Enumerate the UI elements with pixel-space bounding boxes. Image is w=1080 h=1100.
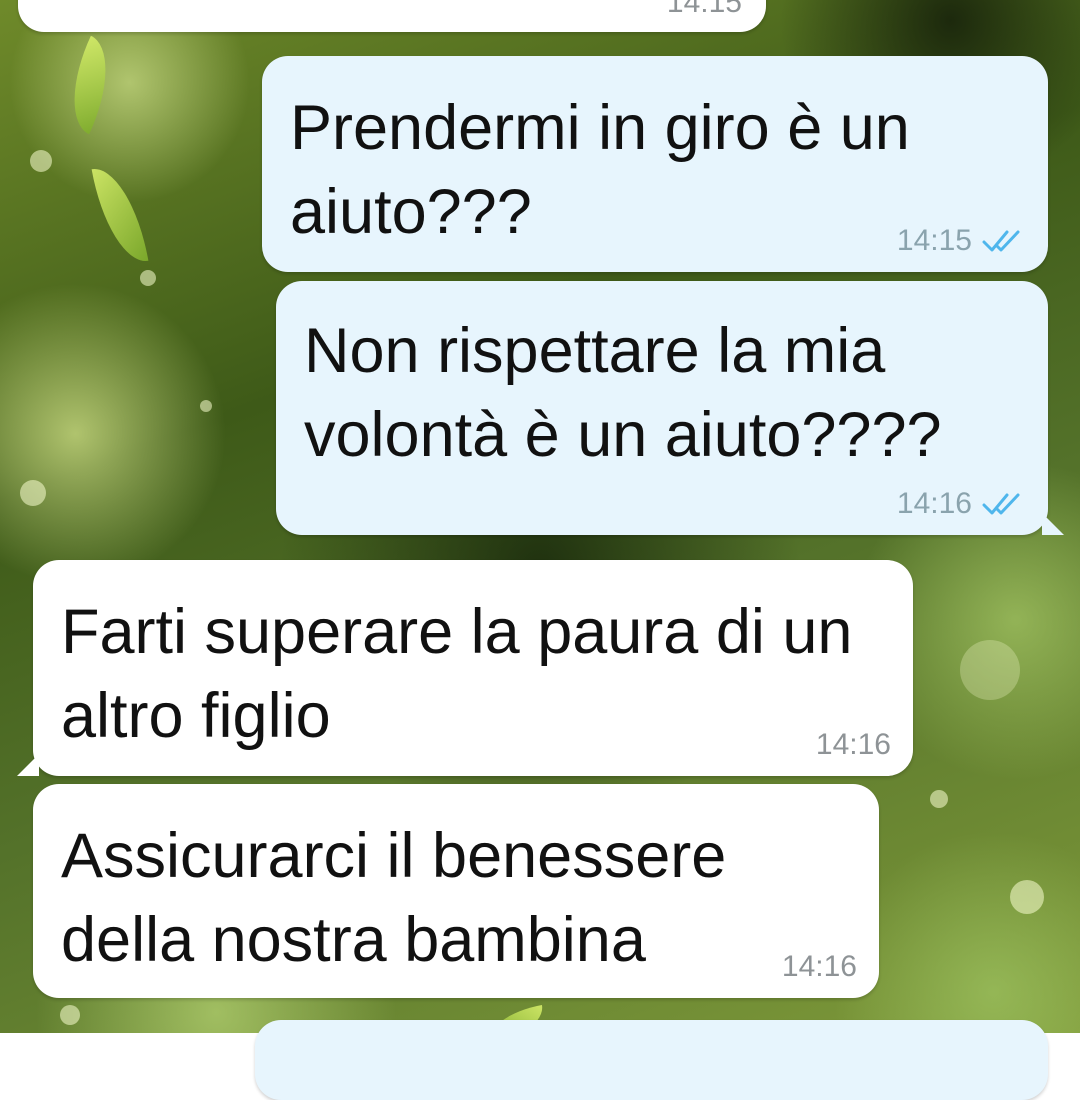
message-time: 14:15: [896, 224, 972, 257]
message-meta: 14:15: [897, 224, 1026, 258]
message-text: Farti superare la paura di un altro figl…: [61, 597, 853, 751]
message-text: Non rispettare la mia volontà è un aiuto…: [304, 316, 942, 470]
bubble-tail: [1042, 513, 1064, 535]
double-check-icon: [982, 230, 1020, 252]
message-text: Assicurarci il benessere della nostra ba…: [61, 821, 727, 975]
partial-message-bubble[interactable]: [255, 1020, 1048, 1100]
chat-area[interactable]: 14:15 Prendermi in giro è un aiuto??? 14…: [0, 0, 1080, 1100]
message-bubble-outgoing[interactable]: Prendermi in giro è un aiuto??? 14:15: [262, 56, 1048, 272]
message-bubble-incoming[interactable]: Assicurarci il benessere della nostra ba…: [33, 784, 879, 998]
message-time: 14:16: [815, 728, 891, 761]
message-meta: 14:16: [897, 487, 1026, 521]
partial-message-bubble[interactable]: 14:15: [18, 0, 766, 32]
message-time: 14:16: [896, 487, 972, 520]
message-bubble-outgoing[interactable]: Non rispettare la mia volontà è un aiuto…: [276, 281, 1064, 535]
message-bubble-incoming[interactable]: Farti superare la paura di un altro figl…: [17, 560, 913, 776]
message-time: 14:16: [781, 950, 857, 983]
bubble-tail: [17, 754, 39, 776]
message-time: 14:15: [666, 0, 742, 19]
message-meta: 14:15: [667, 0, 742, 20]
message-meta: 14:16: [782, 950, 857, 984]
double-check-icon: [982, 493, 1020, 515]
message-meta: 14:16: [816, 728, 891, 762]
